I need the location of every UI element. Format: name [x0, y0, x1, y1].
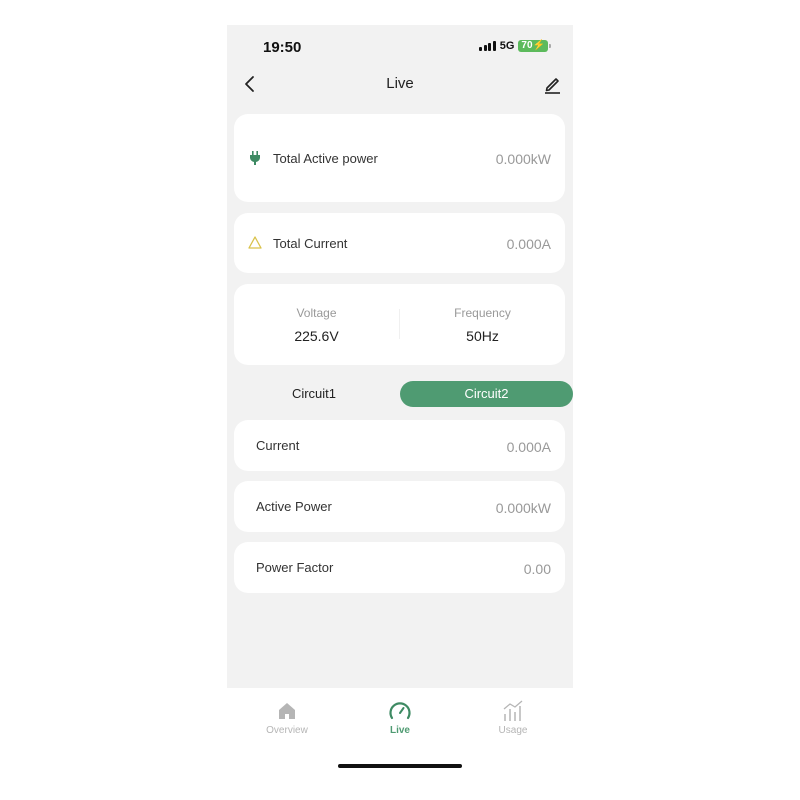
tab-usage[interactable]: Usage — [473, 700, 553, 736]
tab-circuit2[interactable]: Circuit2 — [400, 381, 573, 407]
circuit-power-factor-value: 0.00 — [523, 561, 551, 577]
circuit-power-factor-label: Power Factor — [256, 560, 334, 575]
tab-circuit1[interactable]: Circuit1 — [234, 381, 394, 407]
status-time: 19:50 — [263, 39, 302, 56]
circuit-active-power-value: 0.000kW — [495, 500, 551, 516]
warning-triangle-icon — [248, 236, 262, 249]
chart-icon — [503, 700, 523, 721]
tab-live[interactable]: Live — [360, 700, 440, 736]
total-current-value: 0.000A — [506, 236, 551, 252]
tab-overview-label: Overview — [266, 725, 308, 736]
frequency-label: Frequency — [454, 306, 511, 320]
voltage-section: Voltage 225.6V — [234, 284, 399, 344]
page-title: Live — [386, 75, 414, 92]
tab-usage-label: Usage — [498, 725, 528, 736]
voltage-value: 225.6V — [294, 328, 339, 344]
tab-live-label: Live — [389, 725, 410, 736]
total-current-card: Total Current 0.000A — [234, 213, 565, 273]
circuit-tabs: Circuit1 Circuit2 — [234, 381, 573, 407]
battery-cap — [549, 44, 551, 48]
circuit-active-power-card: Active Power 0.000kW — [234, 481, 565, 532]
home-icon — [279, 703, 295, 719]
total-active-power-label: Total Active power — [273, 151, 378, 166]
tab-overview[interactable]: Overview — [247, 700, 327, 736]
frequency-value: 50Hz — [466, 328, 499, 344]
home-indicator[interactable] — [338, 764, 462, 768]
voltage-label: Voltage — [296, 306, 337, 320]
circuit-current-value: 0.000A — [506, 439, 551, 455]
frequency-section: Frequency 50Hz — [400, 284, 565, 344]
phone-screen: 19:50 5G 70⚡ Live Total Active power 0.0… — [227, 25, 573, 785]
signal-icon — [479, 41, 496, 51]
battery-icon: 70⚡ — [518, 40, 548, 52]
pencil-icon[interactable] — [541, 73, 563, 95]
circuit-active-power-label: Active Power — [256, 499, 332, 514]
gauge-icon — [389, 702, 411, 720]
total-active-power-value: 0.000kW — [495, 151, 551, 167]
network-type: 5G — [499, 40, 515, 52]
status-bar: 19:50 5G 70⚡ — [227, 25, 573, 69]
tab-bar: Overview Live Usage — [227, 688, 573, 785]
plug-icon — [250, 151, 260, 165]
voltage-frequency-card: Voltage 225.6V Frequency 50Hz — [234, 284, 565, 365]
status-indicators: 5G 70⚡ — [479, 40, 551, 52]
total-active-power-card: Total Active power 0.000kW — [234, 114, 565, 202]
total-current-label: Total Current — [273, 236, 348, 251]
nav-bar: Live — [227, 69, 573, 99]
circuit-power-factor-card: Power Factor 0.00 — [234, 542, 565, 593]
circuit-current-card: Current 0.000A — [234, 420, 565, 471]
battery-level: 70 — [521, 40, 533, 51]
circuit-current-label: Current — [256, 438, 300, 453]
